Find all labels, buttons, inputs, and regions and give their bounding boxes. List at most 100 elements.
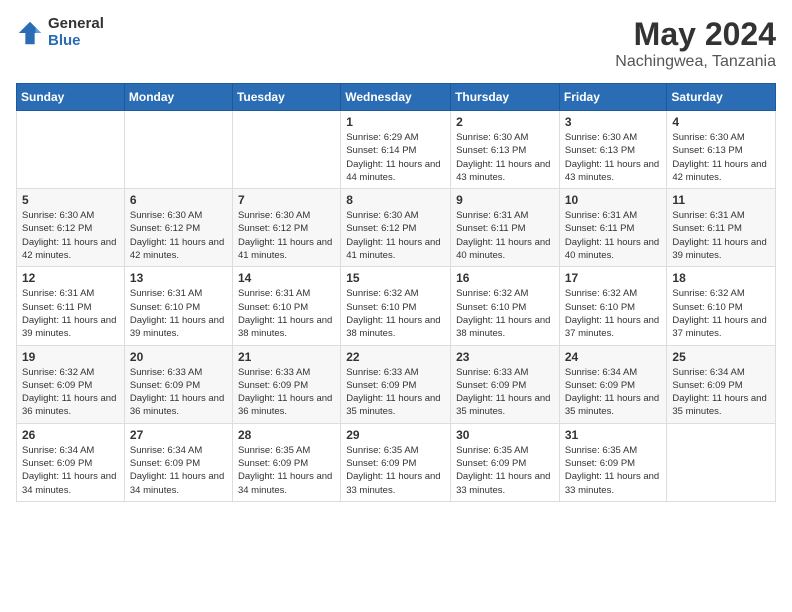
day-info: Sunrise: 6:30 AMSunset: 6:12 PMDaylight:… xyxy=(346,209,445,262)
day-number: 2 xyxy=(456,115,554,129)
sunrise-line: Sunrise: 6:30 AM xyxy=(565,131,662,144)
day-info: Sunrise: 6:33 AMSunset: 6:09 PMDaylight:… xyxy=(346,366,445,419)
sunrise-line: Sunrise: 6:30 AM xyxy=(130,209,227,222)
sunrise-line: Sunrise: 6:32 AM xyxy=(456,287,554,300)
day-info: Sunrise: 6:30 AMSunset: 6:13 PMDaylight:… xyxy=(565,131,662,184)
week-row-5: 26Sunrise: 6:34 AMSunset: 6:09 PMDayligh… xyxy=(17,423,776,501)
day-info: Sunrise: 6:34 AMSunset: 6:09 PMDaylight:… xyxy=(22,444,119,497)
calendar-cell-w4-d1: 19Sunrise: 6:32 AMSunset: 6:09 PMDayligh… xyxy=(17,345,125,423)
calendar-table: Sunday Monday Tuesday Wednesday Thursday… xyxy=(16,83,776,502)
daylight-line: Daylight: 11 hours and 44 minutes. xyxy=(346,158,445,185)
logo-icon xyxy=(16,19,44,47)
day-info: Sunrise: 6:31 AMSunset: 6:10 PMDaylight:… xyxy=(130,287,227,340)
calendar-cell-w4-d3: 21 Sunrise: 6:33 AMSunset: 6:09 PMDayligh… xyxy=(232,345,340,423)
title-section: May 2024 Nachingwea, Tanzania xyxy=(615,16,776,71)
day-info: Sunrise: 6:29 AMSunset: 6:14 PMDaylight:… xyxy=(346,131,445,184)
day-info: Sunrise: 6:30 AMSunset: 6:12 PMDaylight:… xyxy=(22,209,119,262)
daylight-line: Daylight: 11 hours and 39 minutes. xyxy=(672,236,770,263)
daylight-line: Daylight: 11 hours and 37 minutes. xyxy=(565,314,662,341)
day-info: Sunrise: 6:33 AMSunset: 6:09 PMDaylight:… xyxy=(456,366,554,419)
day-number: 9 xyxy=(456,193,554,207)
sunset-line: Sunset: 6:09 PM xyxy=(130,379,227,392)
calendar-cell-w4-d6: 24Sunrise: 6:34 AMSunset: 6:09 PMDayligh… xyxy=(559,345,667,423)
calendar-cell-w1-d1 xyxy=(17,111,125,189)
day-number: 7 xyxy=(238,193,335,207)
daylight-line: Daylight: 11 hours and 42 minutes. xyxy=(130,236,227,263)
sunset-line: Sunset: 6:10 PM xyxy=(565,301,662,314)
sunrise-line: Sunrise: 6:33 AM xyxy=(238,366,335,379)
day-number: 14 xyxy=(238,271,335,285)
sunset-line: Sunset: 6:12 PM xyxy=(130,222,227,235)
day-info: Sunrise: 6:32 AMSunset: 6:10 PMDaylight:… xyxy=(456,287,554,340)
calendar-cell-w5-d3: 28Sunrise: 6:35 AMSunset: 6:09 PMDayligh… xyxy=(232,423,340,501)
day-info: Sunrise: 6:31 AMSunset: 6:11 PMDaylight:… xyxy=(456,209,554,262)
sunset-line: Sunset: 6:11 PM xyxy=(565,222,662,235)
sunset-line: Sunset: 6:13 PM xyxy=(672,144,770,157)
day-info: Sunrise: 6:34 AMSunset: 6:09 PMDaylight:… xyxy=(565,366,662,419)
calendar-cell-w4-d7: 25Sunrise: 6:34 AMSunset: 6:09 PMDayligh… xyxy=(667,345,776,423)
sunset-line: Sunset: 6:12 PM xyxy=(238,222,335,235)
day-info: Sunrise: 6:31 AMSunset: 6:11 PMDaylight:… xyxy=(672,209,770,262)
daylight-line: Daylight: 11 hours and 35 minutes. xyxy=(346,392,445,419)
sunrise-line: Sunrise: 6:29 AM xyxy=(346,131,445,144)
sunrise-line: Sunrise: 6:32 AM xyxy=(346,287,445,300)
day-info: Sunrise: 6:35 AMSunset: 6:09 PMDaylight:… xyxy=(346,444,445,497)
day-number: 12 xyxy=(22,271,119,285)
week-row-4: 19Sunrise: 6:32 AMSunset: 6:09 PMDayligh… xyxy=(17,345,776,423)
day-info: Sunrise: 6:31 AMSunset: 6:11 PMDaylight:… xyxy=(22,287,119,340)
week-row-2: 5Sunrise: 6:30 AMSunset: 6:12 PMDaylight… xyxy=(17,189,776,267)
daylight-line: Daylight: 11 hours and 33 minutes. xyxy=(456,470,554,497)
daylight-line: Daylight: 11 hours and 40 minutes. xyxy=(456,236,554,263)
day-number: 30 xyxy=(456,428,554,442)
sunrise-line: Sunrise: 6:33 AM xyxy=(456,366,554,379)
day-info: Sunrise: 6:33 AMSunset: 6:09 PMDaylight:… xyxy=(238,366,335,419)
day-number: 18 xyxy=(672,271,770,285)
calendar-cell-w1-d3 xyxy=(232,111,340,189)
day-info: Sunrise: 6:30 AMSunset: 6:13 PMDaylight:… xyxy=(456,131,554,184)
sunrise-line: Sunrise: 6:31 AM xyxy=(456,209,554,222)
calendar-cell-w3-d2: 13Sunrise: 6:31 AMSunset: 6:10 PMDayligh… xyxy=(124,267,232,345)
week-row-1: 1Sunrise: 6:29 AMSunset: 6:14 PMDaylight… xyxy=(17,111,776,189)
daylight-line: Daylight: 11 hours and 39 minutes. xyxy=(22,314,119,341)
day-info: Sunrise: 6:31 AMSunset: 6:10 PMDaylight:… xyxy=(238,287,335,340)
day-number: 31 xyxy=(565,428,662,442)
sunrise-line: Sunrise: 6:35 AM xyxy=(456,444,554,457)
day-number: 15 xyxy=(346,271,445,285)
header-saturday: Saturday xyxy=(667,84,776,111)
daylight-line: Daylight: 11 hours and 38 minutes. xyxy=(346,314,445,341)
logo-text: General Blue xyxy=(48,16,104,49)
calendar-cell-w5-d7 xyxy=(667,423,776,501)
header-monday: Monday xyxy=(124,84,232,111)
day-info: Sunrise: 6:34 AMSunset: 6:09 PMDaylight:… xyxy=(672,366,770,419)
daylight-line: Daylight: 11 hours and 42 minutes. xyxy=(672,158,770,185)
sunset-line: Sunset: 6:09 PM xyxy=(238,379,335,392)
calendar-cell-w4-d4: 22Sunrise: 6:33 AMSunset: 6:09 PMDayligh… xyxy=(341,345,451,423)
weekday-header-row: Sunday Monday Tuesday Wednesday Thursday… xyxy=(17,84,776,111)
day-info: Sunrise: 6:31 AMSunset: 6:11 PMDaylight:… xyxy=(565,209,662,262)
calendar-cell-w4-d2: 20Sunrise: 6:33 AMSunset: 6:09 PMDayligh… xyxy=(124,345,232,423)
day-info: Sunrise: 6:35 AMSunset: 6:09 PMDaylight:… xyxy=(456,444,554,497)
sunset-line: Sunset: 6:13 PM xyxy=(456,144,554,157)
calendar-cell-w3-d1: 12 Sunrise: 6:31 AMSunset: 6:11 PMDayligh… xyxy=(17,267,125,345)
sunset-line: Sunset: 6:12 PM xyxy=(22,222,119,235)
calendar-cell-w1-d6: 3Sunrise: 6:30 AMSunset: 6:13 PMDaylight… xyxy=(559,111,667,189)
daylight-line: Daylight: 11 hours and 43 minutes. xyxy=(565,158,662,185)
sunrise-line: Sunrise: 6:34 AM xyxy=(130,444,227,457)
day-info: Sunrise: 6:30 AMSunset: 6:12 PMDaylight:… xyxy=(130,209,227,262)
daylight-line: Daylight: 11 hours and 34 minutes. xyxy=(238,470,335,497)
logo: General Blue xyxy=(16,16,104,49)
day-number: 21 xyxy=(238,350,335,364)
daylight-line: Daylight: 11 hours and 41 minutes. xyxy=(346,236,445,263)
sunrise-line: Sunrise: 6:30 AM xyxy=(456,131,554,144)
header-friday: Friday xyxy=(559,84,667,111)
day-number: 16 xyxy=(456,271,554,285)
day-info: Sunrise: 6:32 AMSunset: 6:10 PMDaylight:… xyxy=(565,287,662,340)
day-number: 19 xyxy=(22,350,119,364)
day-number: 29 xyxy=(346,428,445,442)
calendar-cell-w3-d4: 15 Sunrise: 6:32 AMSunset: 6:10 PMDayligh… xyxy=(341,267,451,345)
sunrise-line: Sunrise: 6:30 AM xyxy=(672,131,770,144)
calendar-cell-w5-d5: 30 Sunrise: 6:35 AMSunset: 6:09 PMDayligh… xyxy=(451,423,560,501)
sunset-line: Sunset: 6:10 PM xyxy=(130,301,227,314)
header-thursday: Thursday xyxy=(451,84,560,111)
day-info: Sunrise: 6:32 AMSunset: 6:10 PMDaylight:… xyxy=(346,287,445,340)
